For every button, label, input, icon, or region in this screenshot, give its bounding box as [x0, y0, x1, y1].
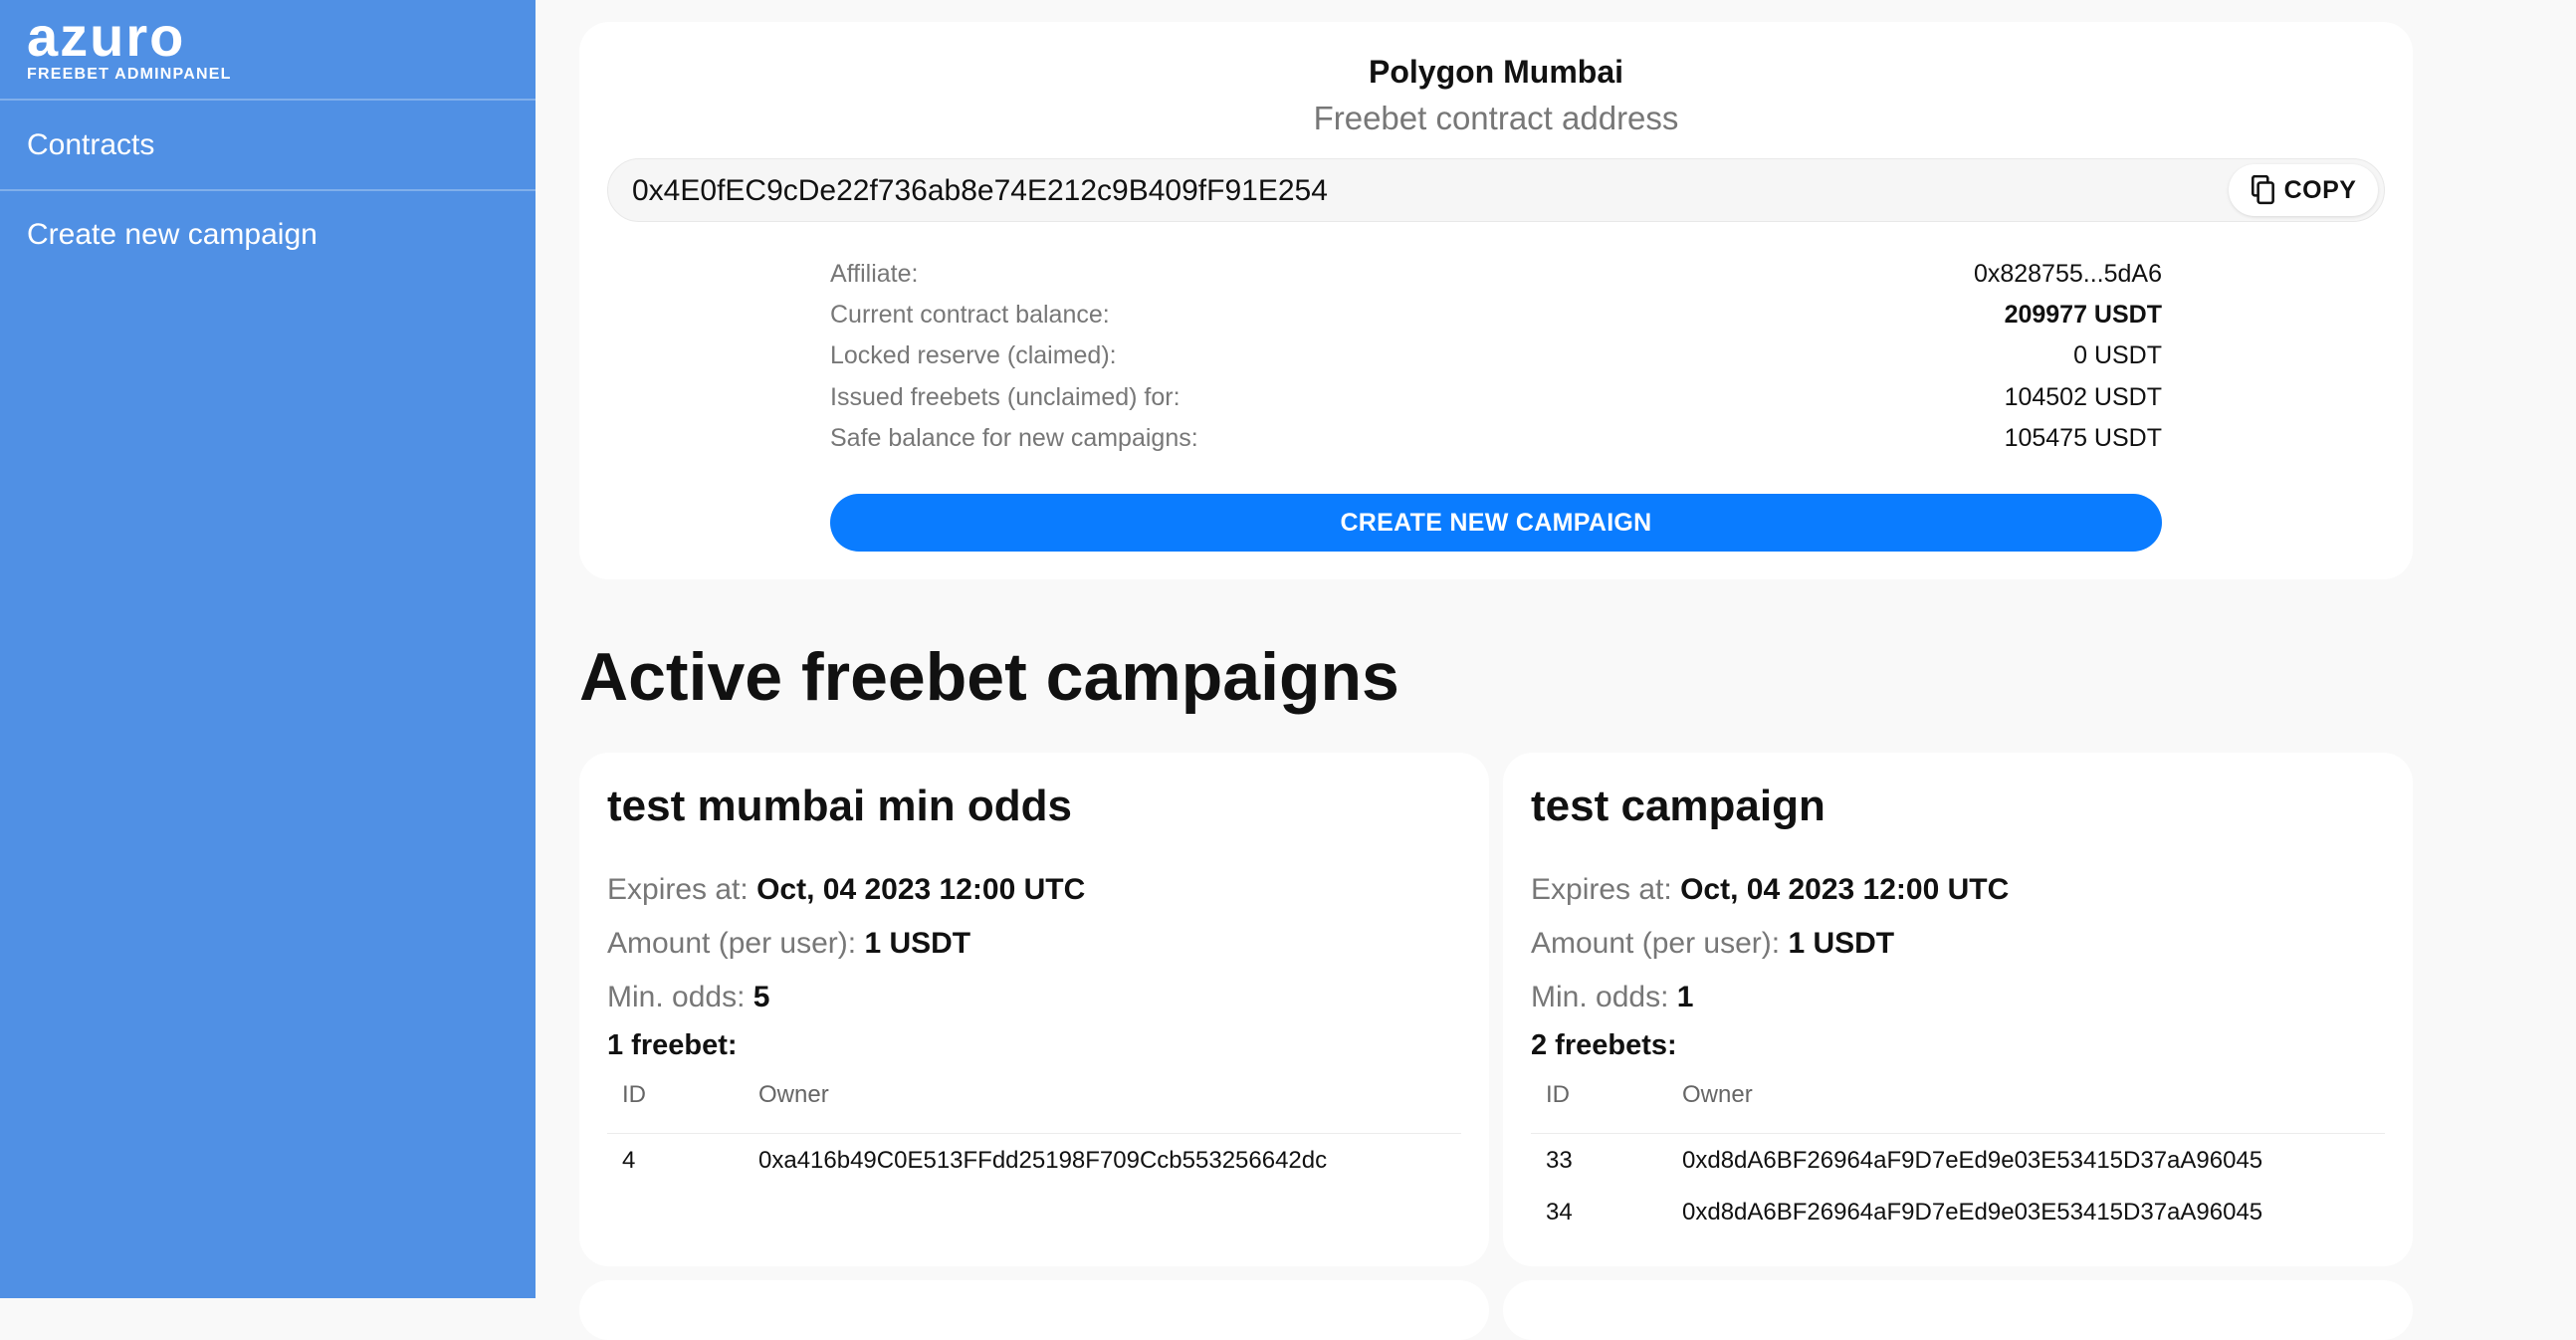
- campaign-title: test mumbai min odds: [607, 782, 1072, 830]
- sidebar-item-contracts[interactable]: Contracts: [27, 125, 154, 165]
- info-label: Affiliate:: [830, 260, 919, 288]
- affiliate-value: 0x828755...5dA6: [1973, 260, 2162, 288]
- expires-value: Oct, 04 2023 12:00 UTC: [756, 873, 1086, 906]
- table-header-divider: [1531, 1133, 2385, 1134]
- table-header-divider: [607, 1133, 1461, 1134]
- min-odds-value: 5: [752, 981, 770, 1013]
- page-title: Active freebet campaigns: [579, 639, 1399, 715]
- safe-balance-value: 105475 USDT: [2004, 424, 2162, 452]
- min-odds-label: Min. odds:: [1531, 981, 1669, 1013]
- logo-subtitle: FREEBET ADMINPANEL: [27, 66, 232, 83]
- issued-freebets-value: 104502 USDT: [2004, 383, 2162, 411]
- expires-value: Oct, 04 2023 12:00 UTC: [1680, 873, 2010, 906]
- campaign-expires: Expires at: Oct, 04 2023 12:00 UTC: [607, 870, 1085, 910]
- info-label: Current contract balance:: [830, 301, 1110, 329]
- info-row-issued-freebets: Issued freebets (unclaimed) for: 104502 …: [830, 377, 2162, 417]
- freebet-id: 33: [1546, 1147, 1573, 1174]
- copy-button[interactable]: COPY: [2229, 164, 2378, 216]
- column-header-id: ID: [622, 1081, 646, 1108]
- campaign-amount: Amount (per user): 1 USDT: [607, 924, 970, 964]
- network-title: Polygon Mumbai: [1369, 54, 1623, 90]
- freebet-id: 4: [622, 1147, 636, 1174]
- freebet-owner: 0xd8dA6BF26964aF9D7eEd9e03E53415D37aA960…: [1682, 1147, 2263, 1174]
- nav-divider: [0, 99, 536, 101]
- amount-value: 1 USDT: [1788, 927, 1895, 960]
- info-row-affiliate: Affiliate: 0x828755...5dA6: [830, 254, 2162, 294]
- amount-label: Amount (per user):: [607, 927, 857, 960]
- freebet-count: 2 freebets:: [1531, 1029, 1677, 1061]
- contract-card: Polygon Mumbai Freebet contract address …: [579, 22, 2413, 579]
- contract-address-subtitle: Freebet contract address: [1313, 100, 1679, 136]
- campaign-min-odds: Min. odds: 1: [1531, 978, 1693, 1017]
- balance-value: 209977 USDT: [2004, 301, 2162, 329]
- campaign-card: [1503, 1280, 2413, 1340]
- amount-value: 1 USDT: [864, 927, 971, 960]
- locked-reserve-value: 0 USDT: [2073, 341, 2162, 369]
- campaign-min-odds: Min. odds: 5: [607, 978, 769, 1017]
- info-row-locked-reserve: Locked reserve (claimed): 0 USDT: [830, 335, 2162, 375]
- column-header-id: ID: [1546, 1081, 1570, 1108]
- sidebar-item-create-campaign[interactable]: Create new campaign: [27, 215, 318, 255]
- campaign-amount: Amount (per user): 1 USDT: [1531, 924, 1894, 964]
- copy-icon: [2251, 175, 2274, 205]
- info-label: Safe balance for new campaigns:: [830, 424, 1198, 452]
- nav-divider: [0, 189, 536, 191]
- expires-label: Expires at:: [1531, 873, 1672, 906]
- info-label: Locked reserve (claimed):: [830, 341, 1117, 369]
- freebet-owner: 0xa416b49C0E513FFdd25198F709Ccb553256642…: [758, 1147, 1328, 1174]
- min-odds-value: 1: [1676, 981, 1694, 1013]
- campaign-card: [579, 1280, 1489, 1340]
- freebet-owner: 0xd8dA6BF26964aF9D7eEd9e03E53415D37aA960…: [1682, 1199, 2263, 1226]
- amount-label: Amount (per user):: [1531, 927, 1781, 960]
- copy-button-label: COPY: [2283, 175, 2357, 204]
- info-row-safe-balance: Safe balance for new campaigns: 105475 U…: [830, 418, 2162, 458]
- campaign-title: test campaign: [1531, 782, 1825, 830]
- logo-wordmark: azuro: [27, 5, 186, 68]
- expires-label: Expires at:: [607, 873, 749, 906]
- column-header-owner: Owner: [1682, 1081, 1753, 1108]
- logo[interactable]: azuro FREEBET ADMINPANEL: [27, 5, 232, 84]
- info-label: Issued freebets (unclaimed) for:: [830, 383, 1181, 411]
- campaign-expires: Expires at: Oct, 04 2023 12:00 UTC: [1531, 870, 2009, 910]
- campaign-card: test campaign Expires at: Oct, 04 2023 1…: [1503, 753, 2413, 1266]
- campaign-card: test mumbai min odds Expires at: Oct, 04…: [579, 753, 1489, 1266]
- info-row-balance: Current contract balance: 209977 USDT: [830, 295, 2162, 335]
- contract-address-field[interactable]: 0x4E0fEC9cDe22f736ab8e74E212c9B409fF91E2…: [607, 158, 2385, 222]
- freebet-count: 1 freebet:: [607, 1029, 738, 1061]
- contract-address[interactable]: 0x4E0fEC9cDe22f736ab8e74E212c9B409fF91E2…: [632, 171, 1328, 211]
- create-new-campaign-button[interactable]: CREATE NEW CAMPAIGN: [830, 494, 2162, 552]
- min-odds-label: Min. odds:: [607, 981, 746, 1013]
- freebet-id: 34: [1546, 1199, 1573, 1226]
- sidebar: azuro FREEBET ADMINPANEL Contracts Creat…: [0, 0, 536, 1298]
- column-header-owner: Owner: [758, 1081, 829, 1108]
